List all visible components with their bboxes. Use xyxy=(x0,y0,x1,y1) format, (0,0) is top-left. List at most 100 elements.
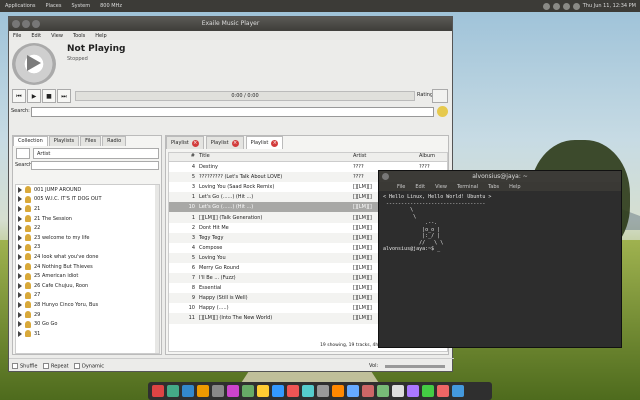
dynamic-toggle[interactable]: Dynamic xyxy=(74,363,104,370)
dock-app-icon[interactable] xyxy=(182,385,194,397)
close-tab-icon[interactable]: × xyxy=(231,139,239,147)
expand-arrow-icon[interactable] xyxy=(18,301,22,308)
terminal-close-button[interactable] xyxy=(382,173,389,180)
network-icon[interactable] xyxy=(542,2,550,10)
collection-item[interactable]: 001 JUMP AROUND xyxy=(16,185,159,195)
column-album[interactable]: Album xyxy=(419,153,447,161)
dock-app-icon[interactable] xyxy=(227,385,239,397)
dock-app-icon[interactable] xyxy=(422,385,434,397)
tab-playlist-3[interactable]: Playlist × xyxy=(245,136,284,149)
collection-item[interactable]: 30 Go Go xyxy=(16,319,159,329)
menu-view[interactable]: View xyxy=(51,33,63,39)
expand-arrow-icon[interactable] xyxy=(18,311,22,318)
repeat-checkbox[interactable] xyxy=(43,363,49,369)
mail-icon[interactable] xyxy=(562,2,570,10)
dock-app-icon[interactable] xyxy=(317,385,329,397)
column-title[interactable]: Title xyxy=(199,153,353,161)
terminal-output[interactable]: < Hello Linux, Hello World! Ubuntu > ---… xyxy=(379,191,621,256)
term-menu-help[interactable]: Help xyxy=(509,184,520,190)
dock-app-icon[interactable] xyxy=(407,385,419,397)
expand-arrow-icon[interactable] xyxy=(18,330,22,337)
dock-app-icon[interactable] xyxy=(287,385,299,397)
tab-collection[interactable]: Collection xyxy=(13,136,48,146)
term-menu-tabs[interactable]: Tabs xyxy=(488,184,499,190)
rating-dropdown[interactable] xyxy=(432,89,448,103)
column-artist[interactable]: Artist xyxy=(353,153,419,161)
expand-arrow-icon[interactable] xyxy=(18,186,22,193)
expand-arrow-icon[interactable] xyxy=(18,321,22,328)
close-tab-icon[interactable]: × xyxy=(271,139,279,147)
collection-search-input[interactable] xyxy=(31,161,159,170)
collection-item[interactable]: 24 Nothing But Thieves xyxy=(16,262,159,272)
collection-scrollbar[interactable] xyxy=(155,185,159,353)
dock-app-icon[interactable] xyxy=(377,385,389,397)
dock-app-icon[interactable] xyxy=(212,385,224,397)
dock-app-icon[interactable] xyxy=(197,385,209,397)
menu-help[interactable]: Help xyxy=(95,33,106,39)
term-menu-terminal[interactable]: Terminal xyxy=(457,184,478,190)
dock-app-icon[interactable] xyxy=(332,385,344,397)
term-menu-file[interactable]: File xyxy=(397,184,405,190)
system-menu[interactable]: System xyxy=(66,3,95,9)
term-menu-edit[interactable]: Edit xyxy=(415,184,425,190)
menu-edit[interactable]: Edit xyxy=(31,33,41,39)
collection-item[interactable]: 28 Hunyo Cinco Yoru, Bus xyxy=(16,300,159,310)
dock-app-icon[interactable] xyxy=(362,385,374,397)
collection-item[interactable]: 005 W.I.C. IT'S IT DOG OUT xyxy=(16,195,159,205)
column-number[interactable]: # xyxy=(169,153,199,161)
tab-files[interactable]: Files xyxy=(80,136,102,146)
repeat-toggle[interactable]: Repeat xyxy=(43,363,69,370)
volume-icon[interactable] xyxy=(552,2,560,10)
expand-arrow-icon[interactable] xyxy=(18,215,22,222)
power-icon[interactable] xyxy=(572,2,580,10)
tab-playlists[interactable]: Playlists xyxy=(48,136,80,146)
collection-item[interactable]: 23 xyxy=(16,243,159,253)
dock-app-icon[interactable] xyxy=(347,385,359,397)
clear-search-icon[interactable] xyxy=(437,106,448,117)
applications-menu[interactable]: Applications xyxy=(0,3,41,9)
terminal-titlebar[interactable]: alvonsius@jaya: ~ xyxy=(379,171,621,182)
collection-item[interactable]: 26 Cafe Chujuu, Roon xyxy=(16,281,159,291)
expand-arrow-icon[interactable] xyxy=(18,244,22,251)
play-button[interactable]: ▶ xyxy=(27,89,41,103)
volume-slider[interactable] xyxy=(385,365,445,368)
collection-item[interactable]: 21 The Session xyxy=(16,214,159,224)
collection-item[interactable]: 23 welcome to my life xyxy=(16,233,159,243)
collection-item[interactable]: 31 xyxy=(16,329,159,339)
dock-app-icon[interactable] xyxy=(302,385,314,397)
dock-app-icon[interactable] xyxy=(452,385,464,397)
minimize-window-button[interactable] xyxy=(22,20,30,28)
clock[interactable]: Thu Jun 11, 12:34 PM xyxy=(583,3,636,9)
expand-arrow-icon[interactable] xyxy=(18,205,22,212)
close-tab-icon[interactable]: × xyxy=(191,139,199,147)
tab-playlist-2[interactable]: Playlist × xyxy=(205,136,244,149)
dock-app-icon[interactable] xyxy=(437,385,449,397)
player-titlebar[interactable]: Exaile Music Player xyxy=(9,17,452,31)
expand-arrow-icon[interactable] xyxy=(18,253,22,260)
expand-arrow-icon[interactable] xyxy=(18,234,22,241)
dock-app-icon[interactable] xyxy=(152,385,164,397)
previous-button[interactable]: ⏮ xyxy=(12,89,26,103)
filter-select[interactable]: Artist xyxy=(33,148,159,159)
dock-app-icon[interactable] xyxy=(242,385,254,397)
search-input[interactable] xyxy=(31,107,434,117)
dynamic-checkbox[interactable] xyxy=(74,363,80,369)
tab-playlist-1[interactable]: Playlist × xyxy=(166,136,204,149)
expand-arrow-icon[interactable] xyxy=(18,225,22,232)
shuffle-toggle[interactable]: Shuffle xyxy=(12,363,37,370)
expand-arrow-icon[interactable] xyxy=(18,273,22,280)
collection-item[interactable]: 29 xyxy=(16,310,159,320)
expand-arrow-icon[interactable] xyxy=(18,196,22,203)
collection-item[interactable]: 22 xyxy=(16,223,159,233)
collection-item[interactable]: 25 American idiot xyxy=(16,271,159,281)
next-button[interactable]: ⏭ xyxy=(57,89,71,103)
term-menu-view[interactable]: View xyxy=(435,184,447,190)
stop-button[interactable]: ■ xyxy=(42,89,56,103)
expand-arrow-icon[interactable] xyxy=(18,263,22,270)
close-window-button[interactable] xyxy=(12,20,20,28)
dock-app-icon[interactable] xyxy=(392,385,404,397)
maximize-window-button[interactable] xyxy=(32,20,40,28)
menu-file[interactable]: File xyxy=(13,33,21,39)
collection-item[interactable]: 21 xyxy=(16,204,159,214)
menu-tools[interactable]: Tools xyxy=(73,33,85,39)
